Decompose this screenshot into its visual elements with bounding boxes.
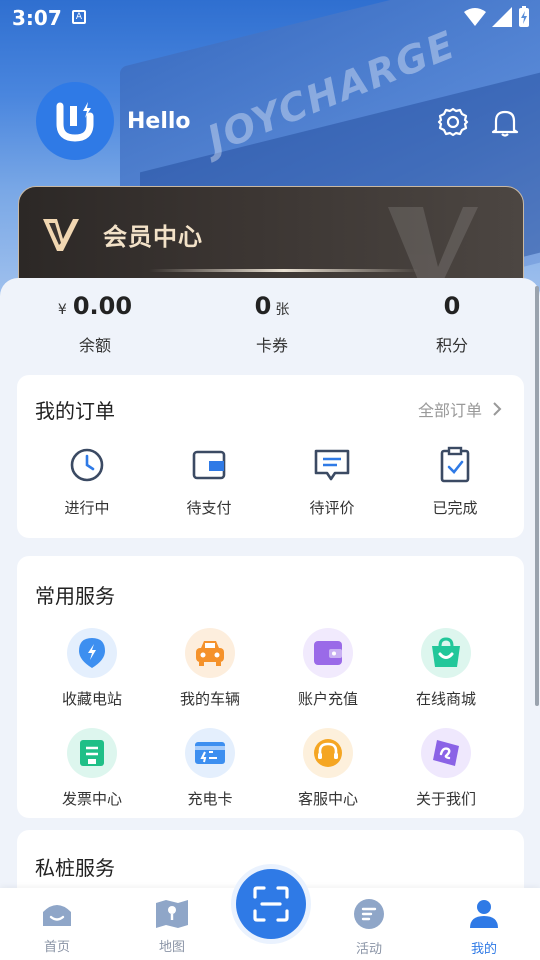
points-value: 0 (443, 292, 461, 320)
signal-icon (492, 7, 512, 27)
points-stat[interactable]: 0 积分 (402, 292, 502, 356)
battery-icon (519, 6, 529, 27)
location-bolt-icon (79, 638, 105, 668)
clipboard-check-icon (440, 446, 470, 483)
order-completed[interactable]: 已完成 (405, 445, 505, 518)
services-title: 常用服务 (35, 584, 115, 608)
shopping-bag-icon (432, 637, 460, 667)
about-icon (433, 740, 459, 766)
gear-icon (437, 107, 469, 137)
my-orders-card: 我的订单 全部订单 进行中 待支付 待评价 已完成 (17, 375, 524, 538)
order-pending-review[interactable]: 待评价 (282, 445, 382, 518)
settings-button[interactable] (437, 106, 469, 138)
balance-label: 余额 (78, 336, 111, 355)
common-services-card: 常用服务 收藏电站 我的车辆 账户充值 在线商城 发票中心 充电卡 客服中心 关… (17, 556, 524, 818)
service-about-us[interactable]: 关于我们 (391, 728, 501, 809)
nav-activity[interactable]: 活动 (329, 898, 409, 957)
order-pending-payment[interactable]: 待支付 (159, 445, 259, 518)
status-bar: 3:07 A (0, 0, 540, 36)
service-online-store[interactable]: 在线商城 (391, 628, 501, 709)
vip-logo-icon (43, 219, 79, 251)
scan-button[interactable] (231, 864, 311, 944)
map-icon (156, 900, 188, 928)
status-time: 3:07 (12, 6, 62, 30)
order-in-progress[interactable]: 进行中 (37, 445, 137, 518)
home-icon (43, 905, 71, 926)
activity-icon (354, 899, 384, 929)
wallet-icon (192, 450, 226, 480)
charge-card-icon (195, 742, 225, 764)
balance-stat[interactable]: ¥0.00 余额 (40, 292, 150, 356)
account-stats: ¥0.00 余额 0张 卡券 0 积分 (0, 278, 540, 368)
all-orders-link[interactable]: 全部订单 (418, 397, 502, 421)
chevron-right-icon (493, 402, 502, 416)
profile-icon (470, 900, 498, 928)
scrollbar[interactable] (535, 286, 539, 706)
notification-button[interactable] (490, 106, 520, 138)
wifi-icon (464, 8, 486, 26)
service-invoice-center[interactable]: 发票中心 (37, 728, 147, 809)
bell-icon (491, 110, 519, 137)
scan-icon (253, 886, 289, 922)
invoice-icon (80, 740, 104, 766)
main-content: ¥0.00 余额 0张 卡券 0 积分 我的订单 全部订单 进行中 待支付 待评… (0, 278, 540, 910)
greeting: Hello (127, 109, 191, 134)
avatar[interactable] (36, 82, 114, 160)
nav-home[interactable]: 首页 (17, 898, 97, 955)
service-charge-card[interactable]: 充电卡 (155, 728, 265, 809)
nav-mine[interactable]: 我的 (444, 898, 524, 957)
coupon-value: 0 (254, 292, 272, 320)
balance-value: 0.00 (72, 292, 133, 320)
service-customer-service[interactable]: 客服中心 (273, 728, 383, 809)
nav-map[interactable]: 地图 (132, 898, 212, 955)
service-favorite-stations[interactable]: 收藏电站 (37, 628, 147, 709)
private-services-title: 私桩服务 (35, 856, 115, 880)
orders-title: 我的订单 (35, 399, 115, 423)
headset-icon (314, 739, 342, 767)
member-center-title: 会员中心 (103, 223, 203, 251)
wallet-icon (314, 641, 342, 665)
points-label: 积分 (435, 336, 468, 355)
comment-icon (314, 449, 350, 481)
app-logo-icon (56, 102, 94, 142)
service-my-vehicles[interactable]: 我的车辆 (155, 628, 265, 709)
service-account-topup[interactable]: 账户充值 (273, 628, 383, 709)
clock-icon (70, 448, 104, 482)
coupon-stat[interactable]: 0张 卡券 (222, 292, 322, 356)
car-icon (196, 641, 224, 666)
notification-icon: A (72, 10, 86, 24)
coupon-label: 卡券 (255, 336, 288, 355)
